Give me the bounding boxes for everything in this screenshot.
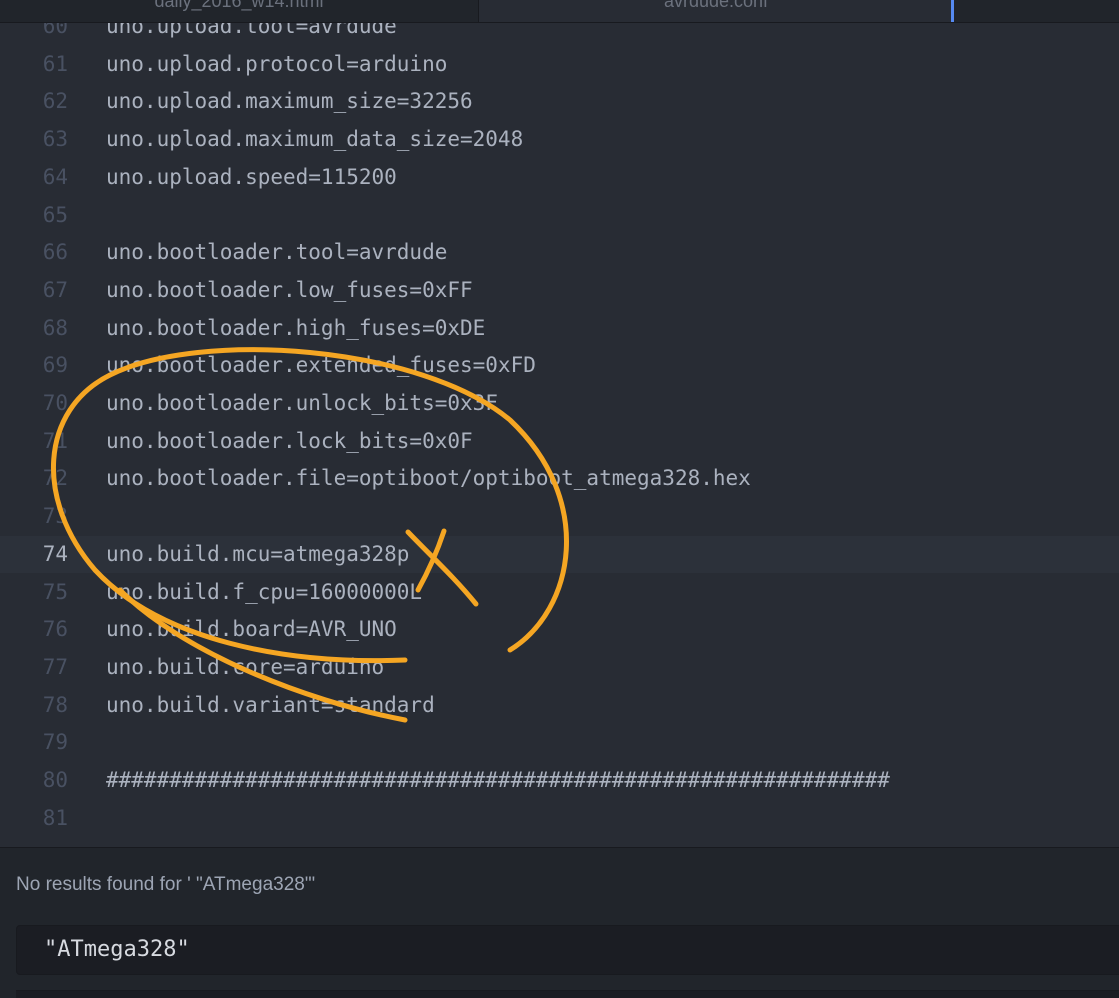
- code-line[interactable]: 64 uno.upload.speed=115200: [0, 159, 1119, 197]
- line-number: 76: [42, 617, 68, 642]
- line-number: 71: [42, 428, 68, 453]
- line-text[interactable]: uno.bootloader.tool=avrdude: [106, 234, 447, 272]
- line-text[interactable]: uno.upload.maximum_data_size=2048: [106, 121, 523, 159]
- line-text[interactable]: uno.upload.speed=115200: [106, 159, 397, 197]
- code-line[interactable]: 61 uno.upload.protocol=arduino: [0, 46, 1119, 84]
- code-line[interactable]: 76 uno.build.board=AVR_UNO: [0, 611, 1119, 649]
- code-line[interactable]: 72 uno.bootloader.file=optiboot/optiboot_…: [0, 460, 1119, 498]
- replace-input-edge[interactable]: [16, 990, 1119, 998]
- line-number: 74: [42, 541, 68, 566]
- line-number: 68: [42, 315, 68, 340]
- line-number: 77: [42, 654, 68, 679]
- line-number: 66: [42, 240, 68, 265]
- code-line[interactable]: 63 uno.upload.maximum_data_size=2048: [0, 121, 1119, 159]
- code-line[interactable]: 66 uno.bootloader.tool=avrdude: [0, 234, 1119, 272]
- line-text[interactable]: uno.build.f_cpu=16000000L: [106, 574, 422, 612]
- line-text[interactable]: uno.bootloader.high_fuses=0xDE: [106, 310, 485, 348]
- code-line[interactable]: 75 uno.build.f_cpu=16000000L: [0, 574, 1119, 612]
- code-line[interactable]: 80 ######################################…: [0, 762, 1119, 800]
- line-text[interactable]: uno.build.mcu=atmega328p: [106, 536, 409, 574]
- code-line[interactable]: 70 uno.bootloader.unlock_bits=0x3F: [0, 385, 1119, 423]
- line-number: 60: [42, 23, 68, 38]
- code-line[interactable]: 81: [0, 800, 1119, 838]
- line-number: 63: [42, 127, 68, 152]
- line-number: 65: [42, 202, 68, 227]
- code-line[interactable]: 79: [0, 724, 1119, 762]
- line-text[interactable]: uno.bootloader.low_fuses=0xFF: [106, 272, 473, 310]
- line-number: 61: [42, 51, 68, 76]
- line-text[interactable]: uno.build.board=AVR_UNO: [106, 611, 397, 649]
- code-line[interactable]: 60 uno.upload.tool=avrdude: [0, 23, 1119, 46]
- line-text[interactable]: uno.upload.maximum_size=32256: [106, 83, 473, 121]
- code-line[interactable]: 71 uno.bootloader.lock_bits=0x0F: [0, 423, 1119, 461]
- line-text[interactable]: ########################################…: [106, 762, 890, 800]
- line-number: 70: [42, 391, 68, 415]
- line-number: 72: [42, 466, 68, 491]
- find-input[interactable]: "ATmega328": [16, 925, 1119, 975]
- find-status-message: No results found for ' "ATmega328"': [16, 874, 316, 895]
- line-number: 81: [42, 805, 68, 830]
- active-tab-indicator: [951, 0, 954, 22]
- line-text[interactable]: uno.bootloader.file=optiboot/optiboot_at…: [106, 460, 751, 498]
- code-line[interactable]: 69 uno.bootloader.extended_fuses=0xFD: [0, 347, 1119, 385]
- line-text[interactable]: uno.bootloader.unlock_bits=0x3F: [106, 385, 498, 423]
- line-number: 62: [42, 89, 68, 114]
- line-text[interactable]: uno.build.core=arduino: [106, 649, 384, 687]
- code-line[interactable]: 62 uno.upload.maximum_size=32256: [0, 83, 1119, 121]
- line-number: 75: [42, 579, 68, 604]
- line-text[interactable]: uno.upload.tool=avrdude: [106, 23, 397, 46]
- find-panel: No results found for ' "ATmega328"' "ATm…: [0, 847, 1119, 998]
- code-line[interactable]: 77 uno.build.core=arduino: [0, 649, 1119, 687]
- line-number: 73: [42, 504, 68, 529]
- line-number: 67: [42, 277, 68, 302]
- line-number: 69: [42, 353, 68, 378]
- line-number: 79: [42, 730, 68, 755]
- code-line[interactable]: 67 uno.bootloader.low_fuses=0xFF: [0, 272, 1119, 310]
- tab-bar: daily_2016_w14.html avrdude.conf: [0, 0, 1119, 23]
- line-text[interactable]: uno.build.variant=standard: [106, 687, 435, 725]
- line-text[interactable]: uno.bootloader.extended_fuses=0xFD: [106, 347, 536, 385]
- line-number: 78: [42, 692, 68, 717]
- code-line[interactable]: 78 uno.build.variant=standard: [0, 687, 1119, 725]
- line-text[interactable]: uno.upload.protocol=arduino: [106, 46, 447, 84]
- code-line[interactable]: 68 uno.bootloader.high_fuses=0xDE: [0, 310, 1119, 348]
- line-number: 80: [42, 768, 68, 792]
- tab-avrdude-conf[interactable]: avrdude.conf: [479, 0, 953, 22]
- code-editor[interactable]: 60 uno.upload.tool=avrdude 61 uno.upload.pr…: [0, 23, 1119, 847]
- code-line[interactable]: 65: [0, 197, 1119, 235]
- line-number: 64: [42, 164, 68, 189]
- code-line[interactable]: 73: [0, 498, 1119, 536]
- code-line[interactable]: 74 uno.build.mcu=atmega328p: [0, 535, 1119, 574]
- line-text[interactable]: uno.bootloader.lock_bits=0x0F: [106, 423, 473, 461]
- tab-daily-html[interactable]: daily_2016_w14.html: [0, 0, 479, 22]
